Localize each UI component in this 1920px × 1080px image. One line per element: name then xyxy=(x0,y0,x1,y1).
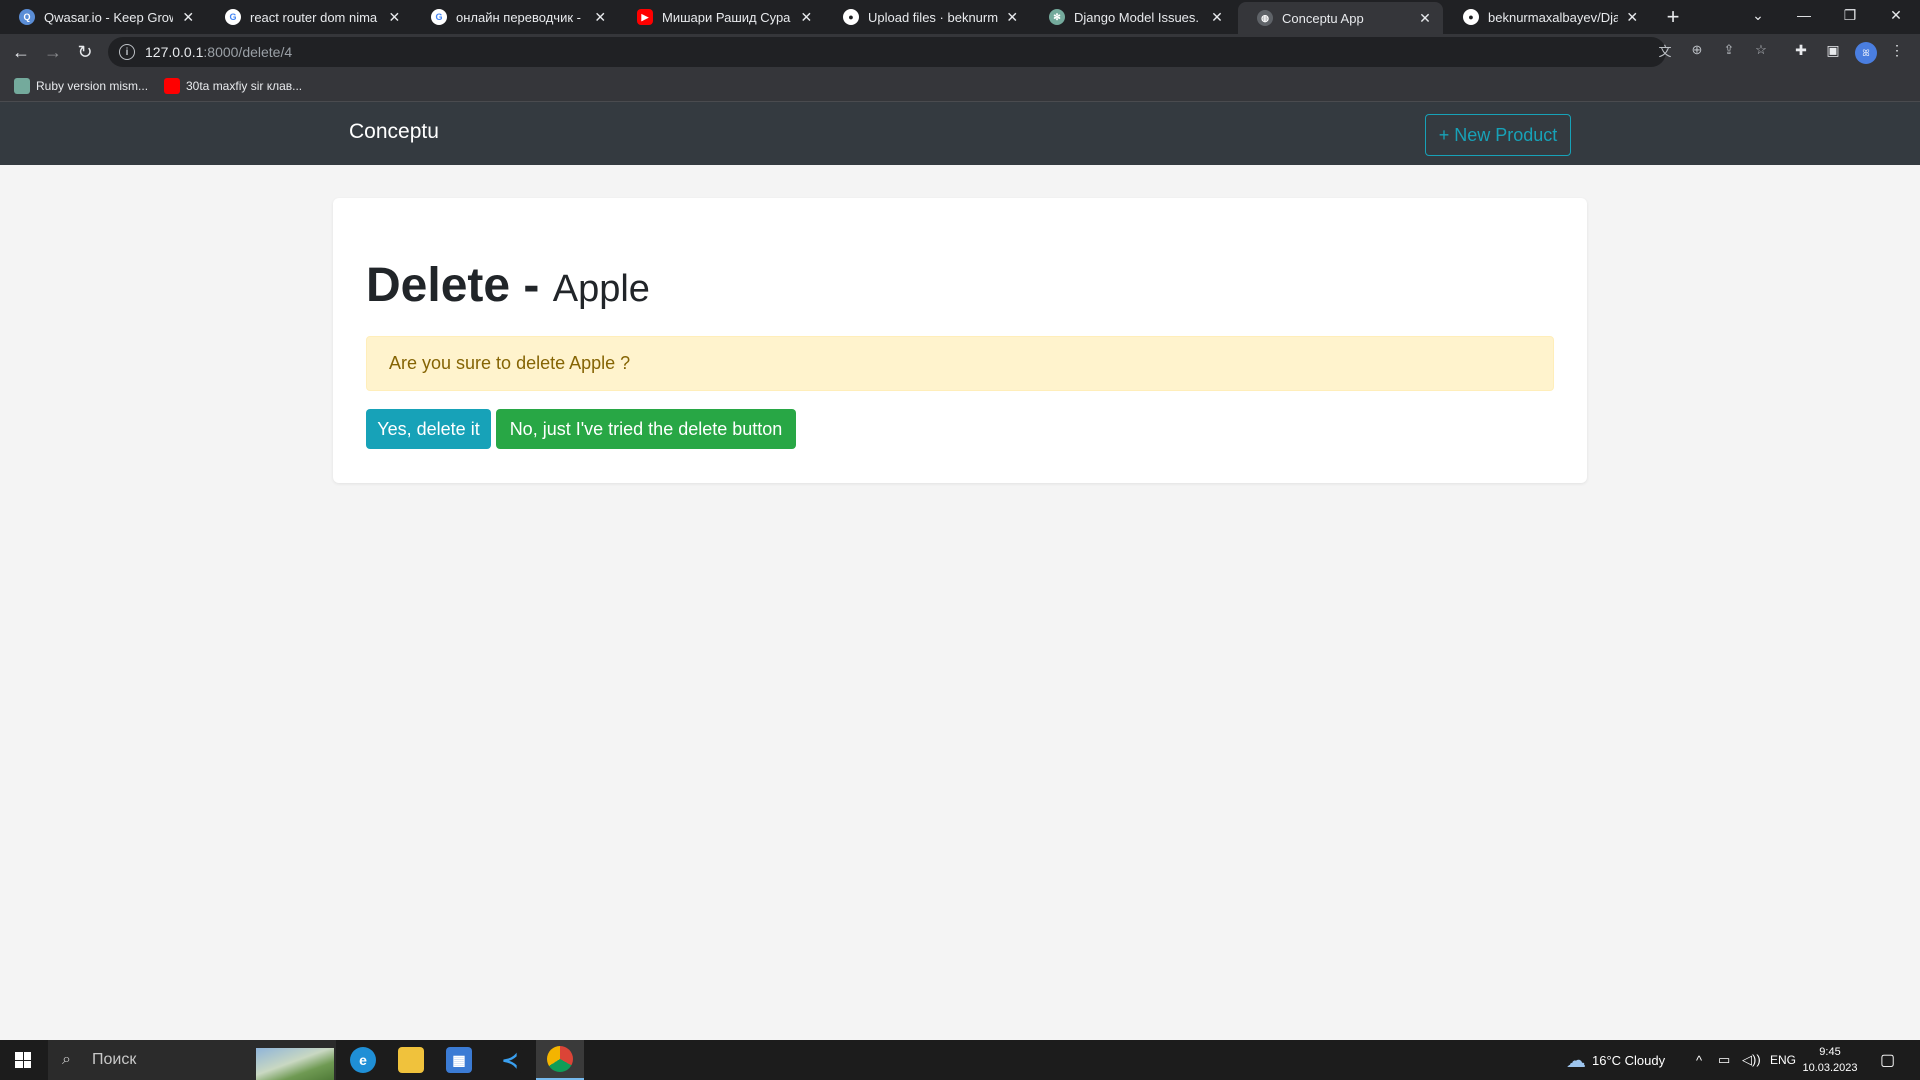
browser-tab-strip: Q Qwasar.io - Keep Growing ✕ G react rou… xyxy=(0,0,1920,34)
youtube-icon: ▶ xyxy=(637,9,653,25)
confirm-alert: Are you sure to delete Apple ? xyxy=(366,336,1554,391)
search-placeholder: Поиск xyxy=(92,1051,137,1068)
folder-icon xyxy=(398,1047,424,1073)
tab-youtube[interactable]: ▶ Мишари Рашид Сура Яси ✕ xyxy=(618,0,823,34)
browser-toolbar: ← → ↻ i 127.0.0.1 :8000/delete/4 文 ⊕ ⇪ ☆… xyxy=(0,34,1920,70)
product-name: Apple xyxy=(552,268,650,310)
tab-title: react router dom nima - По xyxy=(250,9,380,25)
restore-button[interactable]: ❐ xyxy=(1827,0,1873,30)
search-highlight-image xyxy=(256,1048,334,1080)
window-close-button[interactable]: ✕ xyxy=(1873,0,1919,30)
url-path: :8000/delete/4 xyxy=(203,44,293,60)
tab-django-issues[interactable]: ✻ Django Model Issues. ✕ xyxy=(1030,0,1235,34)
tab-translator[interactable]: G онлайн переводчик - Пои ✕ xyxy=(412,0,617,34)
menu-kebab-icon[interactable]: ⋮ xyxy=(1887,40,1907,60)
github-icon: ● xyxy=(1463,9,1479,25)
tab-title: Qwasar.io - Keep Growing xyxy=(44,9,173,25)
bookmark-star-icon[interactable]: ☆ xyxy=(1751,40,1771,60)
back-button[interactable]: ← xyxy=(8,39,34,65)
tab-title: Django Model Issues. xyxy=(1074,9,1200,25)
new-tab-button[interactable]: + xyxy=(1661,4,1685,29)
taskbar-edge[interactable]: e xyxy=(339,1040,387,1080)
close-icon[interactable]: ✕ xyxy=(593,9,607,25)
tray-chevron-icon[interactable]: ^ xyxy=(1696,1040,1702,1080)
github-icon: ● xyxy=(843,9,859,25)
weather-widget[interactable]: ☁ 16°C Cloudy xyxy=(1566,1040,1665,1080)
app-navbar: Conceptu + New Product xyxy=(0,102,1920,165)
profile-avatar[interactable]: ꕤ xyxy=(1855,42,1877,64)
clock[interactable]: 9:45 10.03.2023 xyxy=(1795,1044,1865,1076)
start-button[interactable] xyxy=(0,1040,46,1080)
tab-title: онлайн переводчик - Пои xyxy=(456,9,585,25)
vscode-icon: ≺ xyxy=(497,1047,523,1073)
tab-github-upload[interactable]: ● Upload files · beknurmaxal ✕ xyxy=(824,0,1029,34)
chatgpt-icon: ✻ xyxy=(1049,9,1065,25)
clock-date: 10.03.2023 xyxy=(1802,1062,1858,1074)
windows-taskbar: ⌕ Поиск e ▦ ≺ ☁ 16°C Cloudy ^ ▭ ◁)) ENG … xyxy=(0,1040,1920,1080)
cancel-delete-button[interactable]: No, just I've tried the delete button xyxy=(496,409,796,449)
new-product-button[interactable]: + New Product xyxy=(1425,114,1571,156)
globe-icon: ◍ xyxy=(1257,10,1273,26)
bookmark-label: Ruby version mism... xyxy=(36,79,149,93)
tab-search-chevron-icon[interactable]: ⌄ xyxy=(1735,0,1781,30)
address-bar[interactable]: i 127.0.0.1 :8000/delete/4 xyxy=(108,37,1666,67)
store-icon: ▦ xyxy=(446,1047,472,1073)
chatgpt-icon xyxy=(14,78,30,94)
reload-button[interactable]: ↻ xyxy=(72,39,98,65)
tab-react-router[interactable]: G react router dom nima - По ✕ xyxy=(206,0,411,34)
search-icon: ⌕ xyxy=(62,1051,71,1068)
translate-icon[interactable]: 文 xyxy=(1655,40,1675,60)
zoom-icon[interactable]: ⊕ xyxy=(1687,40,1707,60)
url-host: 127.0.0.1 xyxy=(145,44,204,60)
extensions-icon[interactable]: ✚ xyxy=(1791,40,1811,60)
close-icon[interactable]: ✕ xyxy=(800,9,813,25)
tab-title: Conceptu App xyxy=(1282,10,1364,26)
tab-qwasar[interactable]: Q Qwasar.io - Keep Growing ✕ xyxy=(0,0,205,34)
google-icon: G xyxy=(431,9,447,25)
weather-text: 16°C Cloudy xyxy=(1592,1052,1666,1068)
taskbar-vscode[interactable]: ≺ xyxy=(486,1040,534,1080)
edge-icon: e xyxy=(350,1047,376,1073)
tab-title: Мишари Рашид Сура Яси xyxy=(662,9,792,25)
confirm-delete-button[interactable]: Yes, delete it xyxy=(366,409,491,449)
bookmark-item[interactable]: Ruby version mism... xyxy=(14,77,148,95)
bookmark-label: 30ta maxfiy sir клав... xyxy=(186,79,303,93)
close-icon[interactable]: ✕ xyxy=(1626,9,1639,25)
close-icon[interactable]: ✕ xyxy=(1006,9,1019,25)
close-icon[interactable]: ✕ xyxy=(1209,9,1225,25)
volume-icon[interactable]: ◁)) xyxy=(1742,1040,1761,1080)
taskbar-store[interactable]: ▦ xyxy=(435,1040,483,1080)
youtube-icon xyxy=(164,78,180,94)
chrome-icon xyxy=(547,1046,573,1072)
taskbar-chrome[interactable] xyxy=(536,1040,584,1080)
tab-conceptu-app[interactable]: ◍ Conceptu App ✕ xyxy=(1238,2,1443,34)
taskbar-file-explorer[interactable] xyxy=(387,1040,435,1080)
bookmark-item[interactable]: 30ta maxfiy sir клав... xyxy=(164,77,302,95)
bookmarks-bar: Ruby version mism... 30ta maxfiy sir кла… xyxy=(0,70,1920,102)
forward-button[interactable]: → xyxy=(40,39,66,65)
site-info-icon[interactable]: i xyxy=(119,44,135,60)
tab-title: beknurmaxalbayev/Django xyxy=(1488,9,1618,25)
side-panel-icon[interactable]: ▣ xyxy=(1823,40,1843,60)
windows-logo-icon xyxy=(15,1052,31,1068)
tab-github-repo[interactable]: ● beknurmaxalbayev/Django ✕ xyxy=(1444,0,1649,34)
notifications-icon[interactable]: ▢ xyxy=(1880,1040,1895,1080)
taskbar-search[interactable]: ⌕ Поиск xyxy=(48,1040,336,1080)
brand-link[interactable]: Conceptu xyxy=(349,120,439,144)
google-icon: G xyxy=(225,9,241,25)
page-title-action: Delete - xyxy=(366,259,553,312)
close-icon[interactable]: ✕ xyxy=(388,9,401,25)
language-indicator[interactable]: ENG xyxy=(1770,1040,1796,1080)
qwasar-icon: Q xyxy=(19,9,35,25)
cloud-icon: ☁ xyxy=(1566,1049,1586,1072)
minimize-button[interactable]: — xyxy=(1781,0,1827,30)
delete-card: Delete - Apple Are you sure to delete Ap… xyxy=(333,198,1587,483)
close-icon[interactable]: ✕ xyxy=(181,9,195,25)
page-title: Delete - Apple xyxy=(366,258,650,313)
clock-time: 9:45 xyxy=(1819,1046,1841,1058)
tab-title: Upload files · beknurmaxal xyxy=(868,9,998,25)
network-icon[interactable]: ▭ xyxy=(1718,1040,1730,1080)
share-icon[interactable]: ⇪ xyxy=(1719,40,1739,60)
close-icon[interactable]: ✕ xyxy=(1417,10,1433,26)
